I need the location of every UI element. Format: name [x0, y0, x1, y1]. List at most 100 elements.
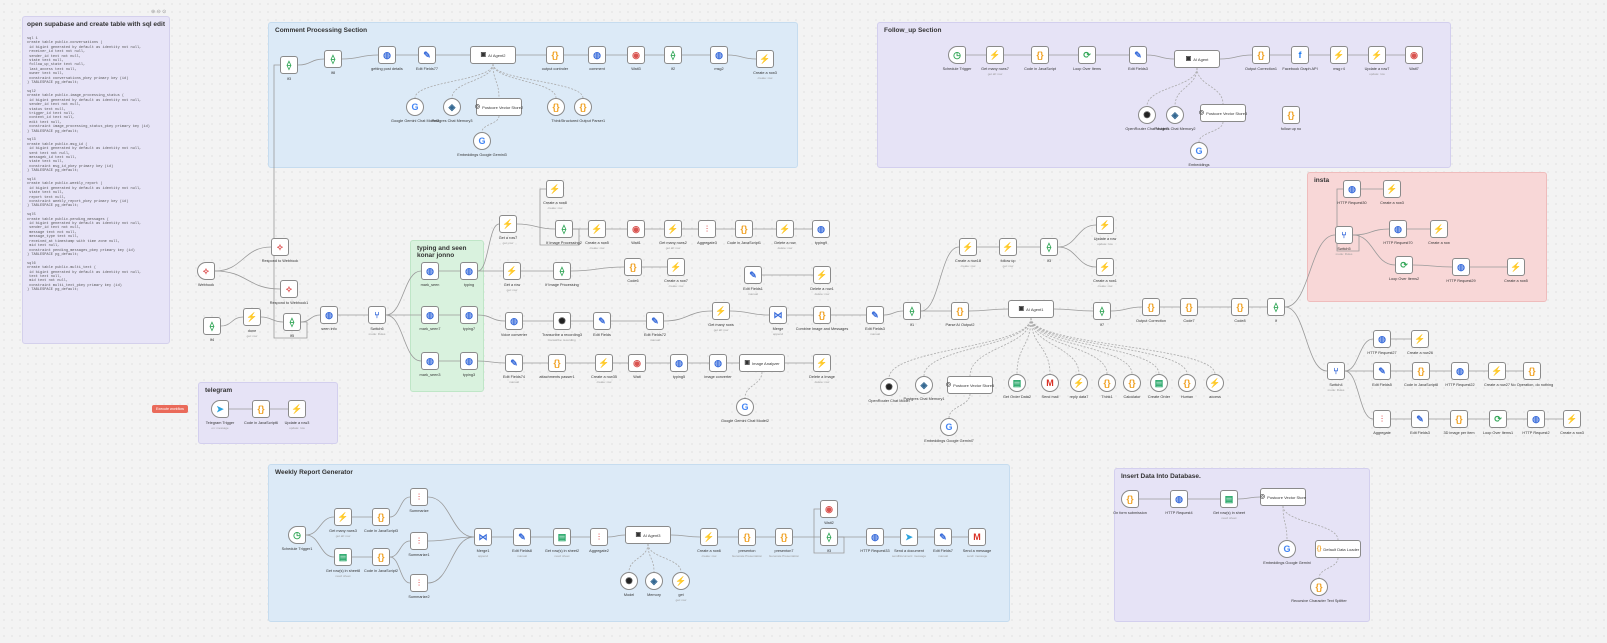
workflow-node[interactable]: ✺ Model	[620, 572, 638, 597]
workflow-node[interactable]: {} follow up no	[1281, 106, 1301, 131]
workflow-node[interactable]: {} 3D image per item	[1443, 410, 1475, 435]
workflow-node[interactable]: {} presenton Generate Presentation	[732, 528, 762, 558]
workflow-node[interactable]: ⟡ Respond to Webhook1	[270, 280, 308, 305]
workflow-node[interactable]: ⚡ Create a row26	[1407, 330, 1433, 355]
workflow-node[interactable]: {} Code in JavaScript1	[727, 220, 761, 245]
workflow-node[interactable]: ⚡ Create a row3	[1560, 410, 1584, 435]
workflow-node[interactable]: ✺ OpenRouter Chat Model	[868, 378, 910, 403]
workflow-node[interactable]: ⚡ Create a row18 create: row	[955, 238, 981, 268]
workflow-node[interactable]: ◉ Wait1	[627, 220, 645, 245]
workflow-node[interactable]: ◎ Postcore Vector Store5	[946, 376, 994, 394]
workflow-node[interactable]: ◷ Schedule Trigger	[943, 46, 971, 71]
workflow-node[interactable]: {} Calculator	[1123, 374, 1141, 399]
workflow-node[interactable]: ◍ HTTP Request33	[860, 528, 890, 553]
workflow-node[interactable]: ▤ Create Order	[1148, 374, 1170, 399]
workflow-node[interactable]: ⚡ Create a row	[1428, 220, 1450, 245]
workflow-node[interactable]: ◍ typing7	[460, 306, 478, 331]
workflow-node[interactable]: {} Code in JavaScript2	[364, 548, 398, 573]
workflow-node[interactable]: ✎ Edit Fields1 manual	[743, 266, 763, 296]
workflow-node[interactable]: ⚡ msg r4	[1330, 46, 1348, 71]
workflow-node[interactable]: ◈ Postgres Chat Memory3	[432, 98, 472, 123]
workflow-node[interactable]: ⚡ Get many rows get all: row	[708, 302, 734, 332]
workflow-node[interactable]: ⚡ Delete a row delete: row	[774, 220, 796, 250]
workflow-node[interactable]: ⚡ Update a row7 update: row	[1365, 46, 1389, 76]
workflow-node[interactable]: {} Human	[1178, 374, 1196, 399]
workflow-node[interactable]: M Send a message send: message	[963, 528, 991, 558]
workflow-node[interactable]: M Send mail	[1041, 374, 1059, 399]
workflow-node[interactable]: ⋈ Merge1 append	[474, 528, 492, 558]
workflow-node[interactable]: G Embeddings Google Gemini	[1263, 540, 1311, 565]
workflow-node[interactable]: ✺ OpenRouter Chat Model3	[1125, 106, 1169, 131]
workflow-node[interactable]: ◍ HTTP Request30	[1337, 180, 1367, 205]
workflow-node[interactable]: {} Code7	[1180, 298, 1198, 323]
workflow-node[interactable]: ⟳ Loop Over Items2	[1389, 256, 1419, 281]
workflow-node[interactable]: ▤ Get Order Data2	[1003, 374, 1031, 399]
workflow-node[interactable]: ⑂ Switch6 mode: Rules	[368, 306, 386, 336]
workflow-node[interactable]: G Embeddings Google Gemini3	[457, 132, 507, 157]
workflow-node[interactable]: {} presenton7 Generate Presentation	[769, 528, 799, 558]
workflow-node[interactable]: ⫶ Summarize1	[408, 532, 430, 557]
workflow-node[interactable]: ⟠ If5	[283, 313, 301, 338]
workflow-node[interactable]: ⚡ Get many rows3 get all: row	[329, 508, 357, 538]
workflow-node[interactable]: ✎ Edit Fields5	[1372, 362, 1392, 387]
workflow-node[interactable]: {} Think1	[1098, 374, 1116, 399]
workflow-node[interactable]: {} Code in JavaScript3	[364, 508, 398, 533]
workflow-canvas[interactable]: Comment Processing Section Follow_up Sec…	[0, 0, 1607, 643]
workflow-node[interactable]: ⑂ Switch5 mode: Rules	[1335, 226, 1353, 256]
workflow-node[interactable]: ⟠ If8	[324, 50, 342, 75]
workflow-node[interactable]: ◍ mark_seen3	[420, 352, 440, 377]
workflow-node[interactable]: ⚡ Create a row5 create: row	[585, 220, 609, 250]
workflow-node[interactable]: ✺ Transcribe a recording3 transcribe: reco…	[542, 312, 582, 342]
workflow-node[interactable]: {} Recursive Character Text Splitter	[1291, 578, 1347, 603]
workflow-node[interactable]: ➤ Telegram Trigger on: message	[206, 400, 234, 430]
workflow-node[interactable]: ✎ Edit Fields77	[416, 46, 438, 71]
workflow-node[interactable]: ▣ Image Analyzer	[739, 354, 785, 372]
workflow-node[interactable]: G Google Gemini Chat Model3	[391, 98, 439, 123]
workflow-node[interactable]: ◍ HTTP Request22	[1445, 362, 1475, 387]
workflow-node[interactable]: ◍ HTTP Request70	[1383, 220, 1413, 245]
workflow-node[interactable]: ⚡ Create a row3 create: row	[753, 50, 777, 80]
workflow-node[interactable]: ⚡ Create a row6 create: row	[697, 528, 721, 558]
workflow-node[interactable]: {} Output Correction1	[1245, 46, 1277, 71]
workflow-node[interactable]: ⫶ Aggregate2	[589, 528, 609, 553]
workflow-node[interactable]: ◍ typing3	[460, 352, 478, 377]
workflow-node[interactable]: ◉ Wait7	[1405, 46, 1423, 71]
workflow-node[interactable]: ⟠ If Image Processing2	[546, 220, 582, 245]
workflow-node[interactable]: {} Default Data Loader	[1315, 540, 1361, 558]
workflow-node[interactable]: {} On form submission	[1113, 490, 1147, 515]
workflow-node[interactable]: {} Parse AI Output2	[946, 302, 974, 327]
workflow-node[interactable]: ⟠ If4	[203, 317, 221, 342]
workflow-node[interactable]: ➤ Send a document sendDocument: message	[892, 528, 926, 558]
workflow-node[interactable]: ◍ seen info	[320, 306, 338, 331]
workflow-node[interactable]: {} Code6	[624, 258, 642, 283]
workflow-node[interactable]: ⟠ If	[1267, 298, 1285, 323]
workflow-node[interactable]: ▣ AI Agent3	[625, 526, 671, 544]
workflow-node[interactable]: ⚡ Create a row1 create: row	[1093, 258, 1117, 288]
workflow-node[interactable]: ✎ Edit Fields8 manual	[512, 528, 532, 558]
workflow-node[interactable]: ◍ HTTP Request27	[1367, 330, 1397, 355]
workflow-node[interactable]: ◎ Postcore Vector Store	[1260, 488, 1306, 506]
workflow-node[interactable]: G Google Gemini Chat Model2	[721, 398, 769, 423]
workflow-node[interactable]: {} Code in JavaScript8	[1404, 362, 1438, 387]
workflow-node[interactable]: ⟳ Loop Over Items1	[1483, 410, 1513, 435]
workflow-node[interactable]: {} Combine Image and Messages	[796, 306, 848, 331]
workflow-node[interactable]: {} output controler	[542, 46, 568, 71]
workflow-node[interactable]: G Embeddings	[1188, 142, 1210, 167]
workflow-node[interactable]: ◍ HTTP Request29	[1446, 258, 1476, 283]
workflow-node[interactable]: ◎ Postcore Vector Store3	[1199, 104, 1247, 122]
workflow-node[interactable]: ◈ Memory	[645, 572, 663, 597]
workflow-node[interactable]: ◷ Schedule Trigger1	[282, 526, 312, 551]
workflow-node[interactable]: f Facebook Graph API	[1282, 46, 1318, 71]
workflow-node[interactable]: ◉ Wait	[628, 354, 646, 379]
workflow-node[interactable]: ✎ Edit Fields3	[1128, 46, 1148, 71]
workflow-node[interactable]: ◍ msg2	[710, 46, 728, 71]
workflow-node[interactable]: ⚡ done get: row	[243, 308, 261, 338]
workflow-node[interactable]: ◉ Wait2	[820, 500, 838, 525]
workflow-node[interactable]: ⫶ Summarize2	[408, 574, 430, 599]
workflow-node[interactable]: ⟳ Loop Over Items	[1073, 46, 1101, 71]
workflow-node[interactable]: ⚡ Update a row3 update: row	[285, 400, 309, 430]
workflow-node[interactable]: ⚡ Get a row get: row	[503, 262, 521, 292]
workflow-node[interactable]: ▤ Get row(s) in sheet read: sheet	[1213, 490, 1245, 520]
workflow-node[interactable]: ✎ Edit Fields72 manual	[644, 312, 666, 342]
workflow-node[interactable]: ✎ Edit Fields7 manual	[933, 528, 953, 558]
